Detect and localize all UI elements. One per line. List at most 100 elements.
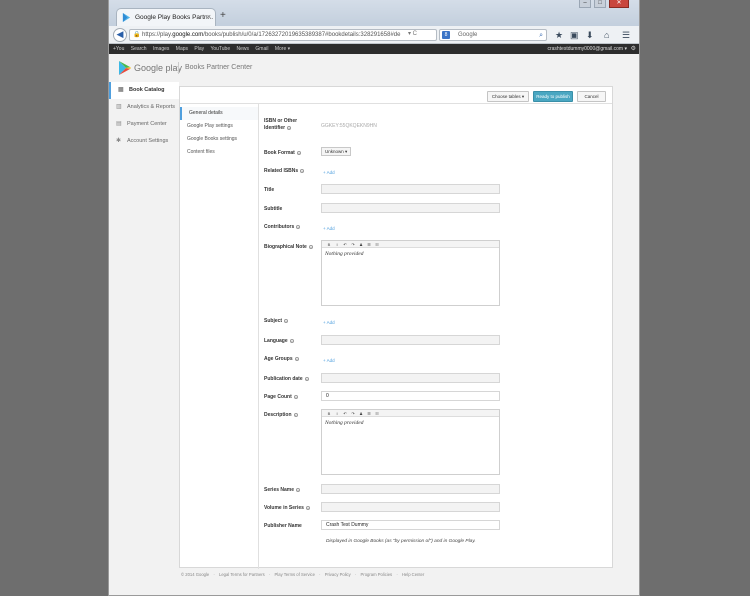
help-icon[interactable]: ? — [300, 168, 305, 174]
help-icon[interactable]: ? — [287, 125, 292, 131]
book-format-label: Book Format? — [264, 150, 301, 157]
nav-label: Analytics & Reports — [127, 104, 175, 110]
new-tab-button[interactable]: + — [220, 10, 226, 22]
search-icon[interactable]: ⌕ — [539, 30, 543, 41]
help-icon[interactable]: ? — [304, 376, 309, 382]
sub-nav: General details Google Play settings Goo… — [180, 104, 259, 569]
google-bar: +You Search Images Maps Play YouTube New… — [109, 44, 639, 54]
bullet-list-icon[interactable]: ☷ — [373, 241, 381, 248]
subtitle-input[interactable] — [321, 203, 500, 213]
help-icon[interactable]: ? — [293, 394, 298, 400]
footer-link-privacy[interactable]: Privacy Policy — [325, 572, 351, 577]
help-icon[interactable]: ? — [294, 356, 299, 362]
series-name-label: Series Name? — [264, 487, 301, 494]
undo-icon[interactable]: ↶ — [341, 241, 349, 248]
redo-icon[interactable]: ↷ — [349, 241, 357, 248]
user-icon[interactable]: ♟ — [357, 410, 365, 417]
italic-icon[interactable]: I — [333, 241, 341, 248]
footer-link-help[interactable]: Help Center — [402, 572, 424, 577]
gear-icon[interactable]: ⚙ — [631, 44, 636, 54]
gbar-link[interactable]: Gmail — [255, 46, 268, 52]
clipboard-icon[interactable]: ▣ — [570, 29, 579, 41]
help-icon[interactable]: ? — [296, 150, 301, 156]
gbar-link[interactable]: Search — [131, 46, 147, 52]
bullet-list-icon[interactable]: ☷ — [373, 410, 381, 417]
page-count-input[interactable]: 0 — [321, 391, 500, 401]
add-contributor-link[interactable]: + Add — [323, 225, 335, 232]
publication-date-label-text: Publication date — [264, 376, 303, 382]
user-icon[interactable]: ♟ — [357, 241, 365, 248]
bold-icon[interactable]: B — [325, 410, 333, 417]
tab-close-icon[interactable]: × — [207, 9, 211, 26]
help-icon[interactable]: ? — [308, 244, 313, 250]
nav-analytics[interactable]: ▥ Analytics & Reports — [109, 99, 179, 116]
account-menu[interactable]: crashtestdummy0000@gmail.com ▾ — [547, 44, 627, 54]
book-format-value: Unknown — [325, 149, 344, 154]
numbered-list-icon[interactable]: ☰ — [365, 410, 373, 417]
search-box[interactable]: 8 Google ⌕ — [439, 29, 547, 41]
footer: © 2014 Google · Legal Terms for Partners… — [181, 572, 427, 578]
help-icon[interactable]: ? — [293, 412, 298, 418]
publisher-name-label: Publisher Name — [264, 523, 302, 529]
italic-icon[interactable]: I — [333, 410, 341, 417]
language-input[interactable] — [321, 335, 500, 345]
gbar-link[interactable]: YouTube — [210, 46, 230, 52]
add-age-group-link[interactable]: + Add — [323, 357, 335, 364]
download-icon[interactable]: ⬇ — [586, 29, 594, 41]
tab-general-details[interactable]: General details — [180, 107, 258, 120]
nav-payment-center[interactable]: ▤ Payment Center — [109, 116, 179, 133]
publication-date-input[interactable] — [321, 373, 500, 383]
maximize-button[interactable]: □ — [594, 0, 606, 8]
undo-icon[interactable]: ↶ — [341, 410, 349, 417]
volume-in-series-input[interactable] — [321, 502, 500, 512]
page-count-label-text: Page Count — [264, 394, 292, 400]
menu-icon[interactable]: ☰ — [622, 29, 630, 41]
reload-icon[interactable]: ▾ C — [408, 29, 417, 40]
add-subject-link[interactable]: + Add — [323, 319, 335, 326]
gbar-link[interactable]: +You — [113, 46, 124, 52]
redo-icon[interactable]: ↷ — [349, 410, 357, 417]
back-arrow-icon[interactable]: ◀ — [113, 28, 127, 42]
footer-link-play-terms[interactable]: Play Terms of Service — [275, 572, 315, 577]
numbered-list-icon[interactable]: ☰ — [365, 241, 373, 248]
help-icon[interactable]: ? — [296, 487, 301, 493]
star-icon[interactable]: ★ — [555, 29, 563, 41]
nav-account-settings[interactable]: ✱ Account Settings — [109, 133, 179, 150]
gbar-link[interactable]: Play — [194, 46, 204, 52]
biographical-note-editor[interactable]: B I ↶ ↷ ♟ ☰ ☷ Nothing provided — [321, 240, 500, 306]
search-engine-icon[interactable]: 8 — [442, 31, 450, 39]
publication-date-label: Publication date? — [264, 376, 309, 383]
gbar-link[interactable]: Maps — [176, 46, 188, 52]
tab-content-files[interactable]: Content files — [180, 146, 258, 159]
description-editor[interactable]: B I ↶ ↷ ♟ ☰ ☷ Nothing provided — [321, 409, 500, 475]
footer-sep: · — [268, 572, 271, 577]
url-bar[interactable]: 🔒 https://play.google.com/books/publish/… — [129, 29, 437, 41]
footer-sep: · — [354, 572, 357, 577]
publisher-name-input[interactable]: Crash Test Dummy — [321, 520, 500, 530]
help-icon[interactable]: ? — [284, 318, 289, 324]
title-input[interactable] — [321, 184, 500, 194]
footer-link-policies[interactable]: Program Policies — [361, 572, 393, 577]
home-icon[interactable]: ⌂ — [604, 29, 609, 41]
series-name-input[interactable] — [321, 484, 500, 494]
add-related-isbn-link[interactable]: + Add — [323, 169, 335, 176]
bold-icon[interactable]: B — [325, 241, 333, 248]
settings-icon: ✱ — [116, 138, 122, 144]
close-window-button[interactable]: ✕ — [609, 0, 629, 8]
gbar-link[interactable]: Images — [153, 46, 169, 52]
minimize-button[interactable]: – — [579, 0, 591, 8]
nav-book-catalog[interactable]: ▦ Book Catalog — [109, 82, 179, 99]
browser-tab[interactable]: Google Play Books Partn... × — [116, 8, 216, 26]
tab-google-play-settings[interactable]: Google Play settings — [180, 120, 258, 133]
help-icon[interactable]: ? — [296, 224, 301, 230]
related-isbns-label: Related ISBNs? — [264, 168, 305, 175]
partner-center-title: Books Partner Center — [185, 64, 253, 71]
biographical-note-label-text: Biographical Note — [264, 244, 307, 250]
footer-link-legal[interactable]: Legal Terms for Partners — [219, 572, 265, 577]
tab-google-books-settings[interactable]: Google Books settings — [180, 133, 258, 146]
help-icon[interactable]: ? — [289, 338, 294, 344]
help-icon[interactable]: ? — [305, 505, 310, 511]
gbar-link[interactable]: News — [237, 46, 250, 52]
book-format-select[interactable]: Unknown ▾ — [321, 147, 351, 156]
gbar-link[interactable]: More ▾ — [275, 46, 290, 52]
